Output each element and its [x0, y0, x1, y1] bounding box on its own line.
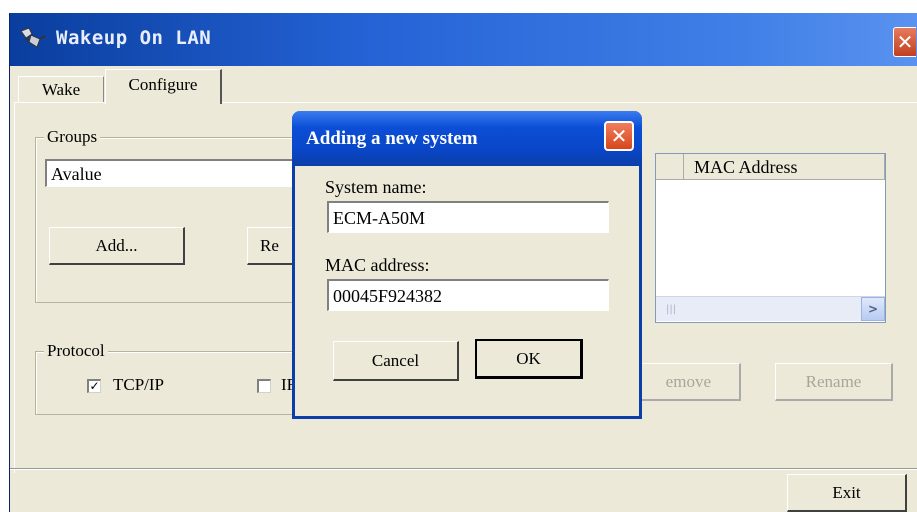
close-button[interactable]: ✕ — [893, 27, 916, 57]
footer-divider — [10, 468, 917, 470]
dialog-title: Adding a new system — [306, 128, 478, 149]
close-icon: ✕ — [610, 124, 628, 148]
column-header-name[interactable] — [656, 154, 684, 180]
tcpip-checkbox[interactable]: ✓ — [87, 379, 101, 393]
add-group-button[interactable]: Add... — [49, 227, 185, 265]
scroll-right-button[interactable]: > — [861, 297, 885, 321]
protocol-label: Protocol — [44, 341, 108, 361]
second-protocol-checkbox[interactable] — [257, 379, 271, 393]
tcpip-label[interactable]: TCP/IP — [113, 375, 164, 395]
column-header-mac[interactable]: MAC Address — [684, 154, 885, 180]
tab-wake[interactable]: Wake — [18, 76, 104, 103]
ok-button[interactable]: OK — [475, 339, 583, 379]
rename-system-button[interactable]: Rename — [775, 363, 893, 401]
checkmark-icon: ✓ — [89, 379, 100, 393]
title-bar[interactable]: Wakeup On LAN ✕ — [10, 13, 917, 66]
scroll-thumb-grip[interactable]: ||| — [666, 304, 676, 315]
network-plug-icon — [20, 27, 46, 48]
cancel-button[interactable]: Cancel — [333, 341, 459, 381]
add-system-dialog: Adding a new system ✕ System name: ECM-A… — [292, 111, 642, 419]
system-name-label: System name: — [325, 177, 427, 197]
mac-address-label: MAC address: — [325, 255, 430, 275]
systems-list[interactable]: MAC Address ||| > — [655, 153, 886, 323]
window-title: Wakeup On LAN — [56, 27, 212, 49]
mac-address-input[interactable]: 00045F924382 — [327, 279, 609, 311]
group-select[interactable]: Avalue — [45, 159, 307, 187]
dialog-title-bar[interactable]: Adding a new system ✕ — [292, 111, 642, 166]
groups-label: Groups — [44, 127, 101, 147]
tab-configure[interactable]: Configure — [105, 69, 222, 104]
system-name-input[interactable]: ECM-A50M — [327, 201, 609, 233]
close-icon: ✕ — [896, 30, 914, 54]
exit-button[interactable]: Exit — [787, 474, 907, 512]
chevron-right-icon: > — [867, 302, 879, 316]
dialog-close-button[interactable]: ✕ — [604, 121, 634, 151]
horizontal-scrollbar[interactable]: ||| > — [656, 296, 885, 321]
